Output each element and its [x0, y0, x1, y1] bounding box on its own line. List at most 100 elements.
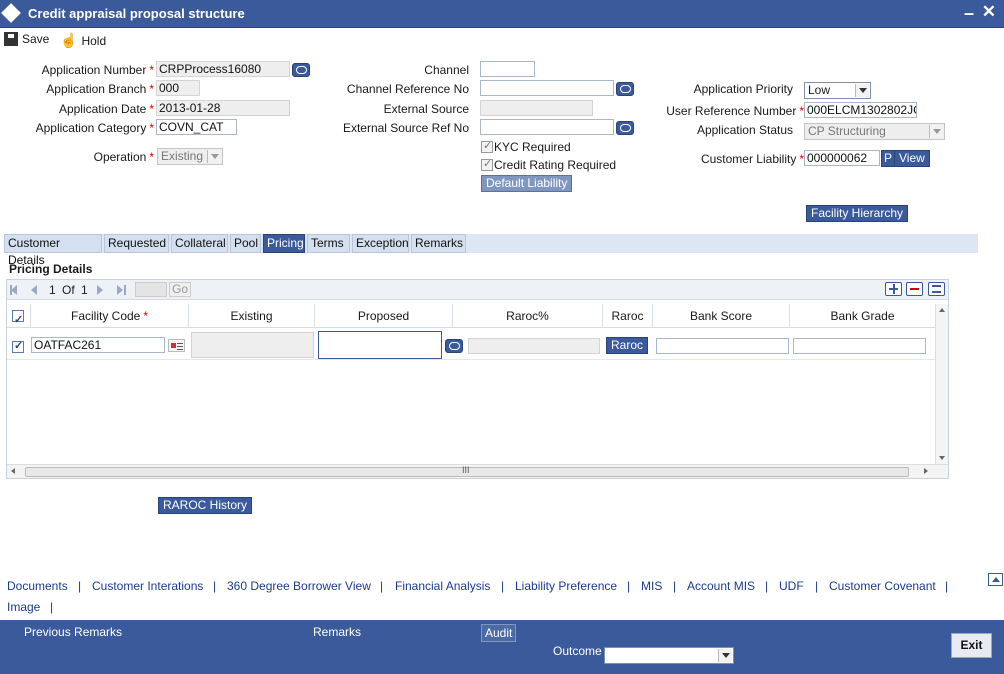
- minimize-button[interactable]: –: [964, 3, 974, 24]
- raroc-history-button[interactable]: RAROC History: [158, 497, 253, 514]
- delete-row-button[interactable]: [906, 282, 923, 296]
- existing-field[interactable]: [191, 332, 314, 358]
- user-reference-number-field[interactable]: 000ELCM1302802JG: [804, 102, 917, 118]
- channel-reference-lov-button[interactable]: [616, 82, 634, 96]
- header-select-cell: [7, 304, 31, 332]
- bank-grade-field[interactable]: [793, 338, 926, 354]
- application-number-label: Application Number *: [41, 63, 154, 77]
- hold-button[interactable]: ☝ Hold: [60, 32, 106, 49]
- link-separator: |: [627, 579, 631, 593]
- facility-code-lookup-button[interactable]: [168, 339, 185, 352]
- application-status-value: CP Structuring: [808, 124, 886, 138]
- title-bar: Credit appraisal proposal structure – ✕: [0, 0, 1004, 28]
- tab-pricing[interactable]: Pricing: [263, 234, 305, 253]
- channel-field[interactable]: [480, 61, 535, 77]
- tab-terms[interactable]: Terms: [307, 234, 350, 253]
- link-mis[interactable]: MIS: [641, 579, 662, 593]
- tab-remarks[interactable]: Remarks: [411, 234, 466, 253]
- link-separator: |: [501, 579, 505, 593]
- expand-links-button[interactable]: [988, 573, 1003, 586]
- facility-hierarchy-button[interactable]: Facility Hierarchy: [806, 205, 909, 222]
- link-separator: |: [78, 579, 82, 593]
- credit-rating-required-checkbox[interactable]: [481, 157, 493, 171]
- horizontal-scroll-thumb[interactable]: III: [25, 465, 909, 477]
- raroc-button[interactable]: Raroc: [606, 337, 649, 354]
- scroll-left-icon[interactable]: [11, 468, 15, 474]
- tab-requested[interactable]: Requested: [104, 234, 169, 253]
- app-logo-icon: [1, 3, 21, 23]
- scroll-up-icon[interactable]: [939, 308, 945, 312]
- proposed-lov-button[interactable]: [445, 339, 463, 353]
- link-financial-analysis[interactable]: Financial Analysis: [395, 579, 490, 593]
- link-image[interactable]: Image: [7, 600, 40, 614]
- header-raroc: Raroc: [603, 304, 653, 328]
- application-category-field[interactable]: COVN_CAT: [156, 119, 237, 135]
- next-page-icon[interactable]: [97, 285, 103, 295]
- exit-button[interactable]: Exit: [951, 633, 992, 658]
- page-number-input[interactable]: [135, 282, 167, 297]
- chevron-down-icon: [929, 125, 943, 138]
- link-documents[interactable]: Documents: [7, 579, 68, 593]
- bank-score-field[interactable]: [656, 338, 789, 354]
- vertical-scrollbar[interactable]: [935, 304, 948, 464]
- tab-customer-details[interactable]: Customer Details: [4, 234, 102, 267]
- facility-code-field[interactable]: OATFAC261: [31, 337, 165, 353]
- list-icon: [932, 285, 941, 293]
- go-button[interactable]: Go: [169, 282, 192, 297]
- current-page: 1: [49, 283, 56, 297]
- link-customer-interations[interactable]: Customer Interations: [92, 579, 203, 593]
- external-source-field[interactable]: [480, 100, 593, 116]
- application-number-lov-button[interactable]: [292, 63, 310, 77]
- chevron-down-icon: [207, 150, 221, 163]
- link-360-degree-borrower-view[interactable]: 360 Degree Borrower View: [227, 579, 371, 593]
- add-row-button[interactable]: [885, 282, 902, 296]
- scroll-down-icon[interactable]: [939, 456, 945, 460]
- page-of-label: Of: [62, 283, 75, 297]
- pricing-grid: 1 Of 1 Go Facility Code* Existing Propos…: [6, 279, 949, 479]
- application-branch-field[interactable]: 000: [156, 80, 200, 96]
- tab-bar: Customer Details Requested Collateral Po…: [4, 234, 978, 267]
- raroc-pct-field[interactable]: [468, 338, 600, 354]
- customer-liability-view-button[interactable]: View: [894, 150, 930, 167]
- scroll-right-icon[interactable]: [924, 468, 928, 474]
- external-source-ref-lov-button[interactable]: [616, 121, 634, 135]
- default-liability-button[interactable]: Default Liability: [481, 175, 573, 192]
- link-separator: |: [50, 600, 54, 614]
- link-separator: |: [380, 579, 384, 593]
- horizontal-scrollbar[interactable]: III: [7, 464, 948, 478]
- link-account-mis[interactable]: Account MIS: [687, 579, 755, 593]
- save-button[interactable]: Save: [4, 32, 49, 46]
- channel-reference-no-field[interactable]: [480, 80, 614, 96]
- channel-reference-no-label: Channel Reference No: [346, 82, 469, 96]
- customer-liability-p-button[interactable]: P: [881, 150, 896, 167]
- header-existing: Existing: [189, 304, 315, 328]
- close-button[interactable]: ✕: [982, 2, 996, 22]
- tab-collateral[interactable]: Collateral: [171, 234, 228, 253]
- operation-select[interactable]: Existing: [157, 148, 223, 165]
- single-view-button[interactable]: [928, 282, 945, 296]
- pricing-details-title: Pricing Details: [9, 262, 93, 276]
- last-page-icon[interactable]: [117, 285, 123, 295]
- link-customer-covenant[interactable]: Customer Covenant: [829, 579, 936, 593]
- operation-label: Operation *: [93, 150, 154, 164]
- application-priority-select[interactable]: Low: [804, 82, 871, 99]
- row-select-checkbox[interactable]: [12, 339, 24, 353]
- tab-pool[interactable]: Pool: [230, 234, 261, 253]
- application-status-select[interactable]: CP Structuring: [804, 123, 945, 140]
- kyc-required-checkbox[interactable]: [481, 139, 493, 153]
- outcome-select[interactable]: [604, 647, 734, 664]
- application-category-label: Application Category *: [35, 121, 154, 135]
- select-all-checkbox[interactable]: [12, 308, 24, 332]
- audit-button[interactable]: Audit: [481, 624, 517, 642]
- customer-liability-label: Customer Liability *: [700, 152, 804, 166]
- customer-liability-field[interactable]: 000000062: [804, 150, 880, 166]
- link-udf[interactable]: UDF: [779, 579, 804, 593]
- application-number-field[interactable]: CRPProcess16080: [156, 61, 290, 77]
- link-liability-preference[interactable]: Liability Preference: [515, 579, 617, 593]
- tab-exception[interactable]: Exception: [352, 234, 409, 253]
- proposed-field[interactable]: [318, 331, 442, 359]
- previous-page-icon[interactable]: [31, 285, 37, 295]
- user-reference-number-label: User Reference Number *: [666, 104, 804, 118]
- external-source-ref-no-field[interactable]: [480, 119, 614, 135]
- application-date-field[interactable]: 2013-01-28: [156, 100, 290, 116]
